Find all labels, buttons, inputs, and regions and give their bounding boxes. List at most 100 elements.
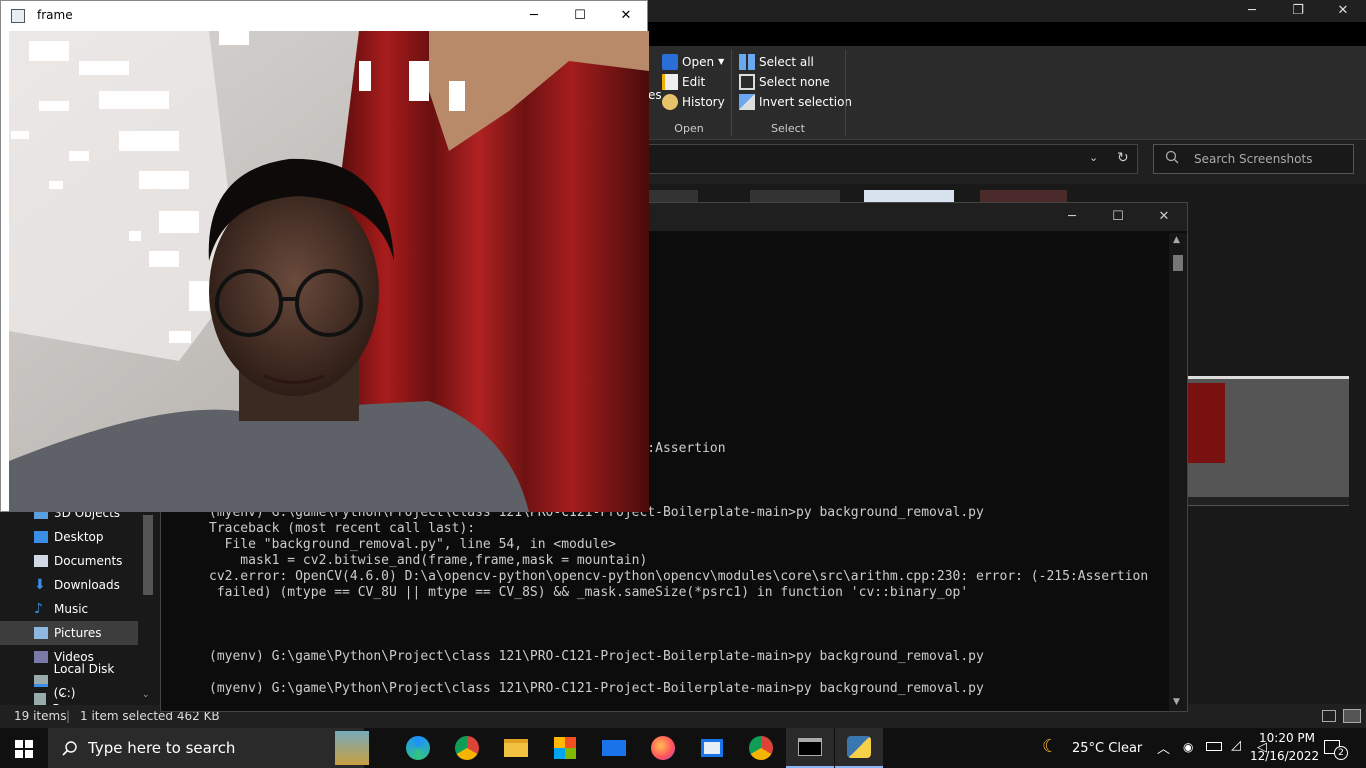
taskbar-chrome[interactable] xyxy=(443,728,491,768)
nav-item-desktop[interactable]: Desktop xyxy=(30,525,138,549)
preview-taskbar xyxy=(1187,497,1349,505)
open-group-label: Open xyxy=(674,122,704,135)
search-icon xyxy=(62,741,77,756)
nav-item-music[interactable]: ♪ Music xyxy=(30,597,138,621)
taskbar-store[interactable] xyxy=(541,728,589,768)
clock-date[interactable]: 12/16/2022 xyxy=(1250,749,1319,763)
drive-icon xyxy=(34,693,47,705)
minimize-button[interactable]: ─ xyxy=(1229,0,1275,22)
taskbar-app[interactable] xyxy=(688,728,736,768)
chrome-icon xyxy=(455,736,479,760)
chevron-down-icon[interactable]: ⌄ xyxy=(1089,151,1098,164)
meet-now-icon[interactable]: ◉ xyxy=(1183,740,1193,754)
taskbar-mail[interactable] xyxy=(590,728,638,768)
edit-icon xyxy=(662,74,678,90)
large-icons-view-icon[interactable] xyxy=(1343,709,1361,723)
dropdown-arrow-icon: ▼ xyxy=(718,57,725,66)
close-button[interactable]: ✕ xyxy=(1320,0,1366,22)
invert-selection-label: Invert selection xyxy=(759,95,853,109)
item-count: 19 items xyxy=(14,709,67,723)
preview-thumbnail[interactable] xyxy=(1187,376,1349,506)
select-all-button[interactable]: Select all xyxy=(739,52,852,72)
folder-icon xyxy=(504,739,528,757)
console-line: (myenv) G:\game\Python\Project\class 121… xyxy=(209,681,984,696)
console-line: failed) (mtype == CV_8U || mtype == CV_8… xyxy=(209,585,969,600)
search-input[interactable]: Search Screenshots xyxy=(1153,144,1354,174)
skype-chrome-icon xyxy=(749,736,773,760)
edge-icon xyxy=(406,736,430,760)
nav-label: Desktop xyxy=(54,530,104,544)
desktop-icon xyxy=(34,531,48,543)
open-button[interactable]: Open ▼ xyxy=(662,52,725,72)
nav-item-documents[interactable]: Documents xyxy=(30,549,138,573)
console-line: mask1 = cv2.bitwise_and(frame,frame,mask… xyxy=(209,553,648,568)
preview-curtain xyxy=(1187,383,1225,463)
select-none-button[interactable]: Select none xyxy=(739,72,852,92)
select-group: Select all Select none Invert selection xyxy=(739,52,852,112)
history-icon xyxy=(662,94,678,110)
nav-label: System Reserve xyxy=(52,693,138,705)
navigation-pane: 3D Objects Desktop Documents ⬇ Downloads … xyxy=(0,505,160,705)
webcam-frame-image xyxy=(9,31,649,512)
nav-item-local-disk[interactable]: Local Disk (C:) xyxy=(30,662,138,700)
invert-selection-button[interactable]: Invert selection xyxy=(739,92,852,112)
taskbar-search-input[interactable]: Type here to search xyxy=(48,728,364,768)
open-label: Open xyxy=(682,55,715,69)
console-line: Traceback (most recent call last): xyxy=(209,521,476,536)
nav-label: Music xyxy=(54,602,89,616)
taskbar-file-explorer[interactable] xyxy=(492,728,540,768)
taskbar-terminal[interactable] xyxy=(786,728,834,768)
select-none-icon xyxy=(739,74,755,90)
history-label: History xyxy=(682,95,725,109)
search-icon xyxy=(1165,150,1179,164)
open-group: Open ▼ Edit History xyxy=(662,52,725,112)
taskbar-skype-chrome[interactable] xyxy=(737,728,785,768)
mail-icon xyxy=(602,740,626,756)
console-scrollbar[interactable] xyxy=(1169,233,1187,711)
nav-item-pictures[interactable]: Pictures xyxy=(0,621,138,645)
ribbon-separator xyxy=(845,50,846,136)
nav-label: Downloads xyxy=(54,578,120,592)
taskbar-edge[interactable] xyxy=(394,728,442,768)
document-icon xyxy=(34,555,48,567)
nav-label: Pictures xyxy=(54,626,102,640)
select-none-label: Select none xyxy=(759,75,830,89)
windows-start-icon[interactable] xyxy=(15,740,33,758)
weather-text[interactable]: 25°C Clear xyxy=(1072,741,1142,756)
nav-item-downloads[interactable]: ⬇ Downloads xyxy=(30,573,138,597)
nav-scrollbar-thumb[interactable] xyxy=(143,515,153,595)
nav-item-system-reserved[interactable]: System Reserve xyxy=(30,693,138,705)
scroll-down-arrow-icon[interactable]: ⌄ xyxy=(142,690,150,700)
history-button[interactable]: History xyxy=(662,92,725,112)
console-line: (myenv) G:\game\Python\Project\class 121… xyxy=(209,649,984,664)
python-icon xyxy=(847,736,871,758)
maximize-button[interactable]: ❐ xyxy=(1275,0,1321,22)
details-view-icon[interactable] xyxy=(1322,710,1336,722)
open-icon xyxy=(662,54,678,70)
minimize-button[interactable]: ─ xyxy=(511,5,557,27)
chevron-up-icon[interactable]: ︿ xyxy=(1157,738,1170,757)
wifi-icon[interactable]: ◿ xyxy=(1231,738,1241,753)
taskbar-python[interactable] xyxy=(835,728,883,768)
status-divider: | xyxy=(66,709,71,723)
close-button[interactable]: ✕ xyxy=(603,5,649,27)
console-scrollbar-thumb[interactable] xyxy=(1173,255,1183,271)
minimize-button[interactable]: ─ xyxy=(1049,206,1095,228)
scroll-down-arrow-icon[interactable]: ▼ xyxy=(1173,697,1180,707)
weather-moon-icon[interactable]: ☾ xyxy=(1042,736,1058,757)
address-bar[interactable]: ⌄ ↻ xyxy=(648,144,1138,174)
maximize-button[interactable]: ☐ xyxy=(557,5,603,27)
music-note-icon: ♪ xyxy=(34,601,43,617)
maximize-button[interactable]: ☐ xyxy=(1095,206,1141,228)
refresh-icon[interactable]: ↻ xyxy=(1117,150,1129,166)
close-button[interactable]: ✕ xyxy=(1141,206,1187,228)
scroll-up-arrow-icon[interactable]: ▲ xyxy=(1173,235,1180,245)
nav-label: Documents xyxy=(54,554,123,568)
battery-icon[interactable] xyxy=(1206,742,1222,751)
edit-button[interactable]: Edit xyxy=(662,72,725,92)
ribbon-separator xyxy=(731,50,732,136)
taskbar-firefox[interactable] xyxy=(639,728,687,768)
clock-time[interactable]: 10:20 PM xyxy=(1255,731,1315,745)
notification-badge: 2 xyxy=(1334,746,1348,760)
